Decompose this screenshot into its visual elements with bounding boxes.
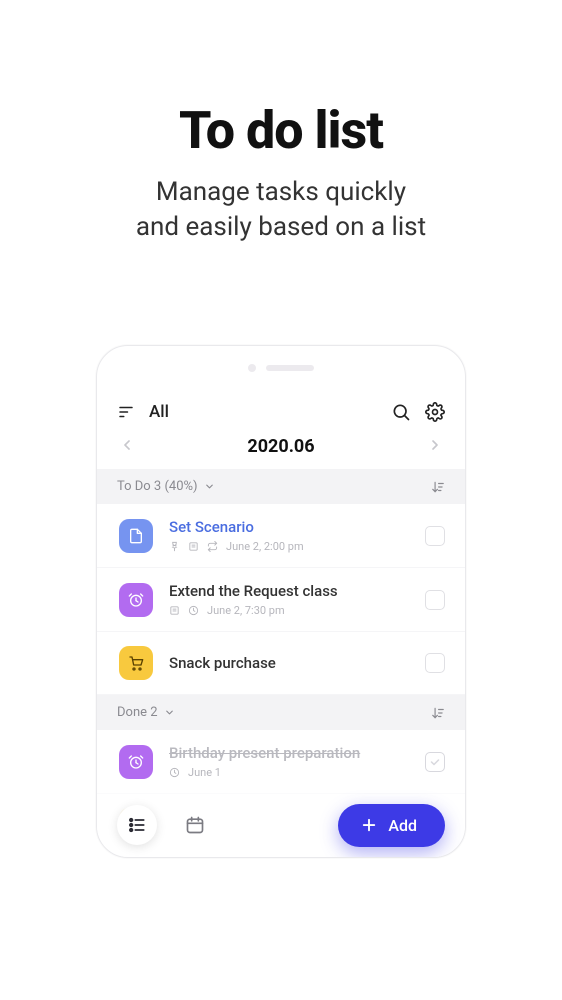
filter-icon[interactable] bbox=[117, 403, 135, 421]
task-checkbox[interactable] bbox=[425, 590, 445, 610]
section-todo-label: To Do 3 (40%) bbox=[117, 479, 198, 494]
task-title: Extend the Request class bbox=[169, 582, 409, 600]
task-title: Birthday present preparation bbox=[169, 744, 409, 762]
note-icon bbox=[169, 605, 180, 616]
hero-subtitle: Manage tasks quickly and easily based on… bbox=[0, 175, 562, 245]
chevron-down-icon bbox=[164, 707, 175, 718]
month-label[interactable]: 2020.06 bbox=[247, 436, 314, 457]
camera-dot bbox=[248, 364, 256, 372]
section-header-done[interactable]: Done 2 bbox=[97, 695, 465, 730]
alarm-icon bbox=[119, 745, 153, 779]
task-meta: June 1 bbox=[169, 766, 409, 779]
chevron-down-icon bbox=[204, 481, 215, 492]
repeat-icon bbox=[207, 541, 218, 552]
add-button-label: Add bbox=[388, 816, 417, 835]
filter-label[interactable]: All bbox=[149, 402, 377, 422]
task-checkbox[interactable] bbox=[425, 526, 445, 546]
gear-icon[interactable] bbox=[425, 402, 445, 422]
task-row[interactable]: Extend the Request class June 2, 7:30 pm bbox=[97, 568, 465, 632]
task-meta: June 2, 2:00 pm bbox=[169, 540, 409, 553]
sort-icon[interactable] bbox=[431, 480, 445, 494]
section-done-label: Done 2 bbox=[117, 705, 158, 720]
task-checkbox[interactable] bbox=[425, 752, 445, 772]
alarm-icon bbox=[119, 583, 153, 617]
clock-icon bbox=[188, 605, 199, 616]
add-button[interactable]: Add bbox=[338, 804, 445, 847]
task-date: June 1 bbox=[188, 766, 221, 779]
bottom-nav: Add bbox=[97, 793, 465, 857]
phone-frame: All 2020.06 To Do 3 (40%) Set Scenario bbox=[96, 345, 466, 858]
list-view-button[interactable] bbox=[117, 805, 157, 845]
calendar-view-button[interactable] bbox=[175, 805, 215, 845]
top-bar: All bbox=[97, 402, 465, 422]
search-icon[interactable] bbox=[391, 402, 411, 422]
task-row[interactable]: Set Scenario June 2, 2:00 pm bbox=[97, 504, 465, 568]
task-row[interactable]: Snack purchase bbox=[97, 632, 465, 695]
sort-icon[interactable] bbox=[431, 706, 445, 720]
month-selector: 2020.06 bbox=[97, 436, 465, 457]
cart-icon bbox=[119, 646, 153, 680]
task-date: June 2, 2:00 pm bbox=[226, 540, 304, 553]
task-date: June 2, 7:30 pm bbox=[207, 604, 285, 617]
task-row[interactable]: Birthday present preparation June 1 bbox=[97, 730, 465, 794]
task-title: Snack purchase bbox=[169, 654, 409, 672]
speaker-slot bbox=[266, 365, 314, 371]
section-header-todo[interactable]: To Do 3 (40%) bbox=[97, 469, 465, 504]
next-month-button[interactable] bbox=[427, 437, 443, 457]
prev-month-button[interactable] bbox=[119, 437, 135, 457]
clock-icon bbox=[169, 767, 180, 778]
task-meta: June 2, 7:30 pm bbox=[169, 604, 409, 617]
pin-icon bbox=[169, 541, 180, 552]
file-icon bbox=[119, 519, 153, 553]
task-checkbox[interactable] bbox=[425, 653, 445, 673]
hero-title: To do list bbox=[0, 100, 562, 161]
phone-notch bbox=[97, 364, 465, 372]
plus-icon bbox=[360, 816, 378, 834]
hero: To do list Manage tasks quickly and easi… bbox=[0, 0, 562, 245]
note-icon bbox=[188, 541, 199, 552]
task-title: Set Scenario bbox=[169, 518, 409, 536]
